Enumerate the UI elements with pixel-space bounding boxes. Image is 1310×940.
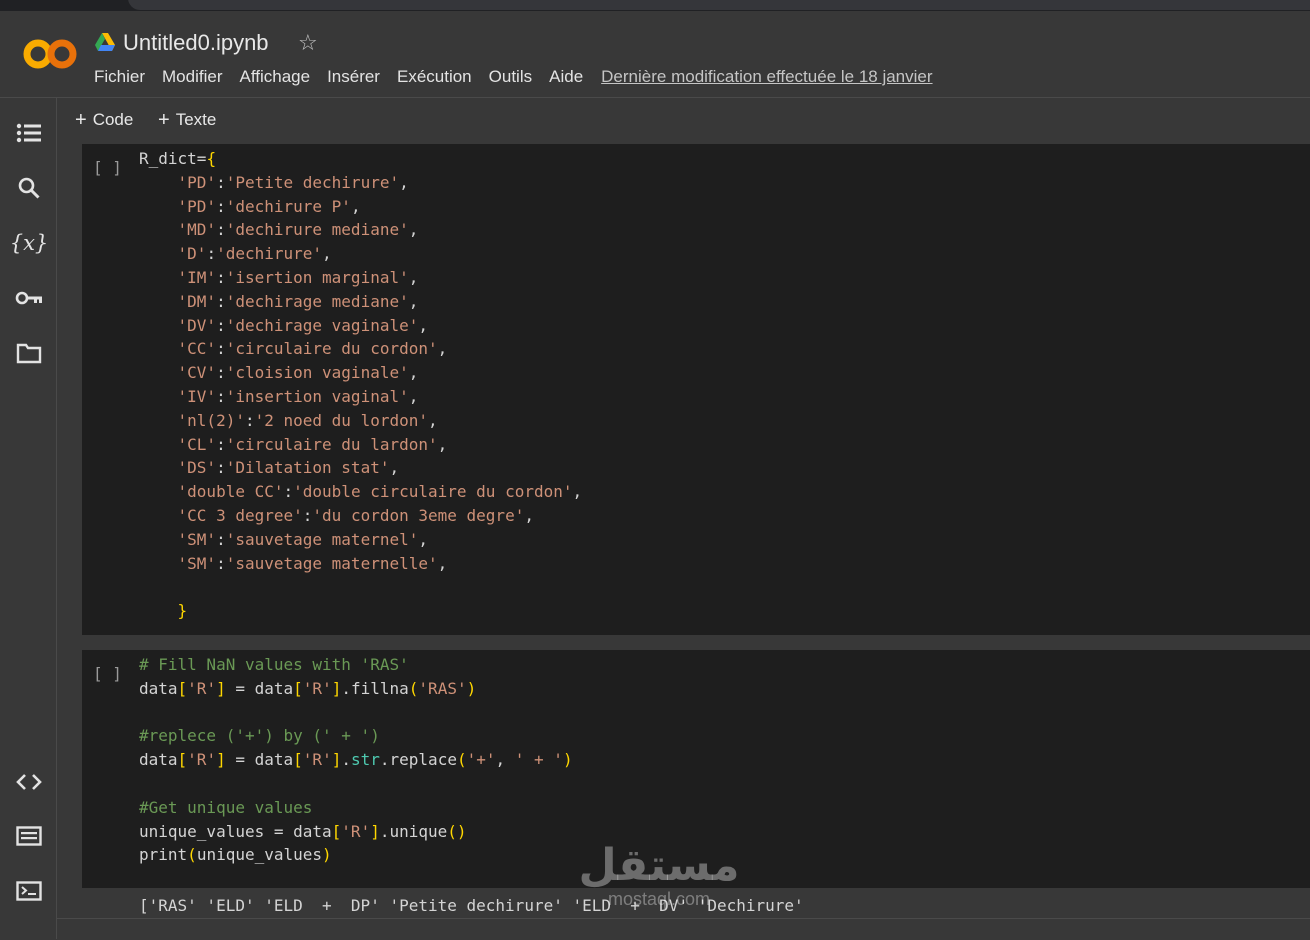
code-line: 'CL':'circulaire du lardon', (177, 434, 448, 454)
address-bar[interactable] (128, 0, 1310, 10)
code-line: } (177, 601, 188, 621)
code-line: 'PD':'Petite dechirure', (177, 172, 409, 192)
code-line: 'MD':'dechirure mediane', (177, 220, 419, 240)
code-line: 'DS':'Dilatation stat', (177, 458, 400, 478)
menu-modifier[interactable]: Modifier (162, 67, 222, 87)
code-line: #replece ('+') by (' + ') (139, 726, 380, 746)
add-text-label: Texte (175, 110, 217, 129)
variables-icon[interactable]: {x} (10, 228, 49, 258)
code-line: 'IV':'insertion vaginal', (177, 386, 419, 406)
run-cell-button[interactable]: [ ] (93, 158, 122, 177)
code-line: data['R'] = data['R'].fillna('RAS') (139, 678, 477, 698)
last-edit-link[interactable]: Dernière modification effectuée le 18 ja… (601, 67, 932, 87)
code-line: 'CV':'cloision vaginale', (177, 363, 419, 383)
code-line: # Fill NaN values with 'RAS' (139, 655, 409, 674)
files-folder-icon[interactable] (14, 338, 44, 368)
add-text-cell-button[interactable]: + Texte (158, 108, 216, 131)
google-drive-icon (95, 33, 115, 51)
menu-affichage[interactable]: Affichage (239, 67, 310, 87)
notebook-title[interactable]: Untitled0.ipynb (123, 30, 269, 56)
colab-logo[interactable] (22, 37, 78, 71)
run-cell-button[interactable]: [ ] (93, 664, 122, 683)
code-line: unique_values = data['R'].unique() (139, 821, 467, 841)
add-code-cell-button[interactable]: + Code (75, 108, 133, 131)
menu-execution[interactable]: Exécution (397, 67, 472, 87)
watermark-latin: mostaql.com (607, 889, 711, 909)
terminal-icon[interactable] (14, 876, 44, 906)
menu-fichier[interactable]: Fichier (94, 67, 145, 87)
code-line: 'IM':'isertion marginal', (177, 267, 419, 287)
code-cell-1[interactable]: [ ] R_dict={ 'PD':'Petite dechirure', 'P… (82, 144, 1310, 635)
menu-bar: Fichier Modifier Affichage Insérer Exécu… (94, 67, 950, 87)
left-sidebar: {x} (0, 98, 57, 939)
secrets-key-icon[interactable] (14, 283, 44, 313)
code-line: 'SM':'sauvetage maternelle', (177, 553, 448, 573)
command-palette-icon[interactable] (14, 821, 44, 851)
code-snippets-icon[interactable] (14, 767, 44, 797)
watermark-arabic: مستقل (578, 841, 740, 890)
code-line: data['R'] = data['R'].str.replace('+', '… (139, 750, 573, 770)
plus-icon: + (158, 109, 170, 131)
browser-chrome-strip (0, 0, 1310, 11)
mostaql-watermark: مستقل mostaql.com (574, 842, 744, 922)
menu-aide[interactable]: Aide (549, 67, 583, 87)
code-line: 'CC':'circulaire du cordon', (177, 339, 448, 359)
cell-code[interactable]: R_dict={ 'PD':'Petite dechirure', 'PD':'… (139, 147, 582, 623)
menu-inserer[interactable]: Insérer (327, 67, 380, 87)
code-line: 'D':'dechirure', (177, 244, 332, 264)
star-icon[interactable]: ☆ (298, 30, 318, 56)
plus-icon: + (75, 109, 87, 131)
code-line: print(unique_values) (139, 845, 332, 865)
notebook-toolbar: + Code + Texte (57, 98, 1310, 142)
cell-code[interactable]: # Fill NaN values with 'RAS' data['R'] =… (139, 653, 573, 867)
code-line: 'DM':'dechirage mediane', (177, 291, 419, 311)
code-line: 'DV':'dechirage vaginale', (177, 315, 428, 335)
code-line: 'PD':'dechirure P', (177, 196, 361, 216)
menu-outils[interactable]: Outils (489, 67, 532, 87)
code-line: 'double CC':'double circulaire du cordon… (177, 482, 583, 502)
code-line: #Get unique values (139, 797, 313, 817)
code-line: 'nl(2)':'2 noed du lordon', (177, 410, 438, 430)
table-of-contents-icon[interactable] (14, 118, 44, 148)
add-code-label: Code (92, 110, 134, 129)
code-line: 'SM':'sauvetage maternel', (177, 529, 428, 549)
code-line: R_dict={ (139, 149, 217, 168)
code-line: 'CC 3 degree':'du cordon 3eme degre', (177, 505, 534, 525)
search-icon[interactable] (14, 173, 44, 203)
colab-header: Untitled0.ipynb ☆ Fichier Modifier Affic… (0, 11, 1310, 98)
